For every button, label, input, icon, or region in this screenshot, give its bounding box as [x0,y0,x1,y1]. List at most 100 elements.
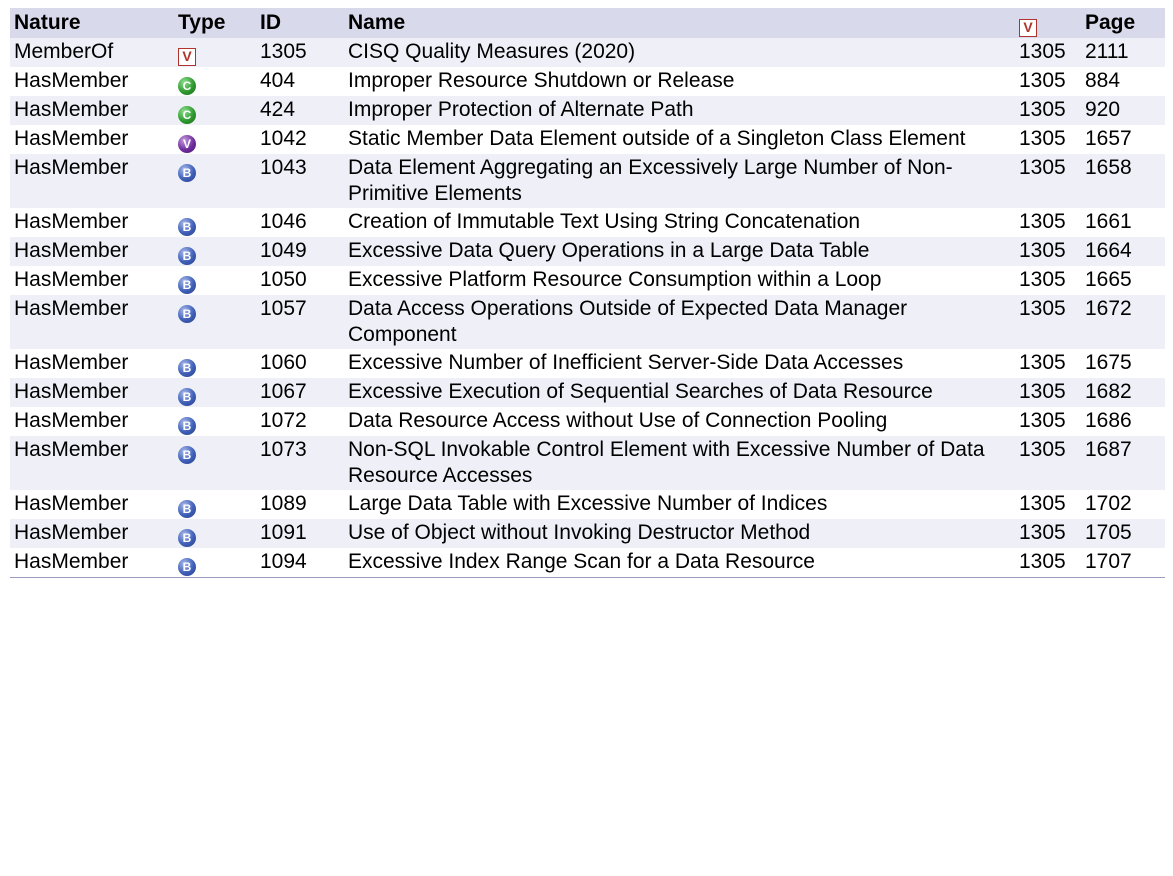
base-icon: B [178,164,196,182]
table-header-row: Nature Type ID Name V Page [10,8,1165,38]
cell-page: 1658 [1081,154,1165,208]
cell-nature: HasMember [10,349,174,378]
cell-name: CISQ Quality Measures (2020) [344,38,1015,67]
header-page: Page [1081,8,1165,38]
cell-type: C [174,67,256,96]
cell-view: 1305 [1015,67,1081,96]
cell-name: Excessive Number of Inefficient Server-S… [344,349,1015,378]
table-row: HasMember B 1046 Creation of Immutable Text… [10,208,1165,237]
cell-view: 1305 [1015,436,1081,490]
cell-nature: HasMember [10,125,174,154]
table-row: HasMember C 404 Improper Resource Shutdown … [10,67,1165,96]
cell-page: 1707 [1081,548,1165,578]
base-icon: B [178,218,196,236]
cell-id: 1091 [256,519,344,548]
cell-type: B [174,407,256,436]
cell-view: 1305 [1015,154,1081,208]
cell-name: Large Data Table with Excessive Number o… [344,490,1015,519]
cell-view: 1305 [1015,295,1081,349]
cell-name: Improper Protection of Alternate Path [344,96,1015,125]
cell-nature: MemberOf [10,38,174,67]
cell-name: Data Element Aggregating an Excessively … [344,154,1015,208]
cell-view: 1305 [1015,38,1081,67]
table-row: HasMember B 1067 Excessive Execution of Seq… [10,378,1165,407]
cell-type: B [174,349,256,378]
view-icon: V [1019,18,1037,37]
cell-type: V [174,125,256,154]
header-view: V [1015,8,1081,38]
cell-page: 920 [1081,96,1165,125]
relationships-table: Nature Type ID Name V Page MemberOf V 1305… [10,8,1165,578]
cell-id: 1073 [256,436,344,490]
cell-type: B [174,208,256,237]
cell-name: Data Access Operations Outside of Expect… [344,295,1015,349]
cell-nature: HasMember [10,436,174,490]
table-row: HasMember B 1043 Data Element Aggregating a… [10,154,1165,208]
cell-page: 1672 [1081,295,1165,349]
cell-nature: HasMember [10,237,174,266]
table-row: HasMember B 1050 Excessive Platform Resourc… [10,266,1165,295]
cell-view: 1305 [1015,349,1081,378]
cell-view: 1305 [1015,237,1081,266]
cell-id: 1094 [256,548,344,578]
cell-nature: HasMember [10,407,174,436]
cell-name: Creation of Immutable Text Using String … [344,208,1015,237]
cell-type: B [174,266,256,295]
cell-view: 1305 [1015,519,1081,548]
cell-nature: HasMember [10,266,174,295]
cell-page: 1705 [1081,519,1165,548]
cell-view: 1305 [1015,208,1081,237]
header-nature: Nature [10,8,174,38]
table-row: HasMember B 1094 Excessive Index Range Scan… [10,548,1165,578]
cell-id: 1042 [256,125,344,154]
cell-nature: HasMember [10,548,174,578]
cell-id: 1305 [256,38,344,67]
cell-type: B [174,548,256,578]
cell-nature: HasMember [10,96,174,125]
cell-id: 1049 [256,237,344,266]
cell-name: Excessive Platform Resource Consumption … [344,266,1015,295]
cell-page: 1664 [1081,237,1165,266]
cell-page: 1686 [1081,407,1165,436]
table-row: HasMember B 1057 Data Access Operations Out… [10,295,1165,349]
cell-nature: HasMember [10,295,174,349]
cell-type: C [174,96,256,125]
cell-id: 1046 [256,208,344,237]
cell-id: 1089 [256,490,344,519]
table-row: HasMember B 1091 Use of Object without Invo… [10,519,1165,548]
cell-name: Non-SQL Invokable Control Element with E… [344,436,1015,490]
cell-id: 1072 [256,407,344,436]
cell-type: B [174,490,256,519]
cell-view: 1305 [1015,266,1081,295]
cell-name: Use of Object without Invoking Destructo… [344,519,1015,548]
cell-nature: HasMember [10,519,174,548]
cell-type: B [174,295,256,349]
base-icon: B [178,446,196,464]
base-icon: B [178,500,196,518]
cell-view: 1305 [1015,490,1081,519]
cell-nature: HasMember [10,490,174,519]
cell-id: 1067 [256,378,344,407]
base-icon: B [178,247,196,265]
variant-icon: V [178,135,196,153]
cell-page: 1682 [1081,378,1165,407]
base-icon: B [178,388,196,406]
cell-page: 1657 [1081,125,1165,154]
cell-id: 1043 [256,154,344,208]
class-icon: C [178,106,196,124]
cell-page: 1702 [1081,490,1165,519]
base-icon: B [178,558,196,576]
table-row: HasMember B 1072 Data Resource Access witho… [10,407,1165,436]
cell-type: V [174,38,256,67]
cell-name: Excessive Execution of Sequential Search… [344,378,1015,407]
base-icon: B [178,417,196,435]
cell-type: B [174,378,256,407]
cell-id: 1057 [256,295,344,349]
cell-id: 404 [256,67,344,96]
class-icon: C [178,77,196,95]
table-row: HasMember V 1042 Static Member Data Element… [10,125,1165,154]
table-row: HasMember B 1049 Excessive Data Query Opera… [10,237,1165,266]
base-icon: B [178,276,196,294]
cell-view: 1305 [1015,378,1081,407]
cell-nature: HasMember [10,154,174,208]
